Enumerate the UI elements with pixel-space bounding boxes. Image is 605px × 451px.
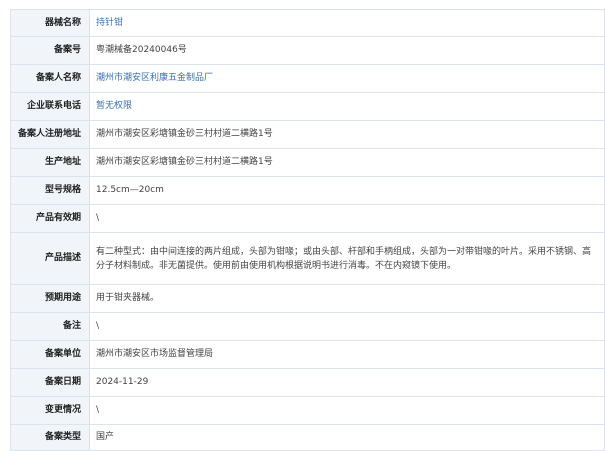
filing-authority-label: 备案单位	[10, 340, 90, 369]
product-description-value: 有二种型式：由中间连接的两片组成，头部为钳喙；或由头部、杆部和手柄组成，头部为一…	[89, 232, 605, 285]
filing-date-label: 备案日期	[10, 368, 90, 397]
production-address-label: 生产地址	[10, 148, 90, 177]
remarks-value: \	[89, 312, 605, 341]
change-status-value: \	[89, 396, 605, 425]
filing-type-label: 备案类型	[10, 424, 90, 451]
intended-use-label: 预期用途	[10, 284, 90, 313]
registered-address-label: 备案人注册地址	[10, 120, 90, 149]
row-filing-date: 备案日期 2024-11-29	[10, 368, 605, 397]
registrant-name-label: 备案人名称	[10, 64, 90, 93]
device-name-label: 器械名称	[10, 9, 90, 37]
row-registered-address: 备案人注册地址 潮州市潮安区彩塘镇金砂三村村道二横路1号	[10, 120, 605, 149]
intended-use-value: 用于钳夹器械。	[89, 284, 605, 313]
registered-address-value: 潮州市潮安区彩塘镇金砂三村村道二横路1号	[89, 120, 605, 149]
remarks-label: 备注	[10, 312, 90, 341]
row-company-phone: 企业联系电话 暂无权限	[10, 92, 605, 121]
validity-period-value: \	[89, 204, 605, 233]
row-model-spec: 型号规格 12.5cm—20cm	[10, 176, 605, 205]
filing-date-value: 2024-11-29	[89, 368, 605, 397]
row-filing-type: 备案类型 国产	[10, 424, 605, 451]
device-name-value: 持针钳	[89, 9, 605, 37]
change-status-label: 变更情况	[10, 396, 90, 425]
registrant-name-link[interactable]: 潮州市潮安区利康五金制品厂	[89, 64, 605, 93]
production-address-value: 潮州市潮安区彩塘镇金砂三村村道二横路1号	[89, 148, 605, 177]
row-filing-authority: 备案单位 潮州市潮安区市场监督管理局	[10, 340, 605, 369]
company-phone-label: 企业联系电话	[10, 92, 90, 121]
validity-period-label: 产品有效期	[10, 204, 90, 233]
company-phone-value: 暂无权限	[89, 92, 605, 121]
model-spec-label: 型号规格	[10, 176, 90, 205]
row-record-number: 备案号 粤潮械备20240046号	[10, 36, 605, 65]
row-registrant-name: 备案人名称 潮州市潮安区利康五金制品厂	[10, 64, 605, 93]
record-number-label: 备案号	[10, 36, 90, 65]
row-remarks: 备注 \	[10, 312, 605, 341]
row-device-name: 器械名称 持针钳	[10, 9, 605, 37]
record-number-value: 粤潮械备20240046号	[89, 36, 605, 65]
row-validity-period: 产品有效期 \	[10, 204, 605, 233]
filing-type-value: 国产	[89, 424, 605, 451]
row-change-status: 变更情况 \	[10, 396, 605, 425]
product-description-label: 产品描述	[10, 232, 90, 285]
row-intended-use: 预期用途 用于钳夹器械。	[10, 284, 605, 313]
model-spec-value: 12.5cm—20cm	[89, 176, 605, 205]
filing-authority-value: 潮州市潮安区市场监督管理局	[89, 340, 605, 369]
row-production-address: 生产地址 潮州市潮安区彩塘镇金砂三村村道二横路1号	[10, 148, 605, 177]
device-detail-table: 器械名称 持针钳 备案号 粤潮械备20240046号 备案人名称 潮州市潮安区利…	[10, 9, 605, 451]
row-product-description: 产品描述 有二种型式：由中间连接的两片组成，头部为钳喙；或由头部、杆部和手柄组成…	[10, 232, 605, 285]
